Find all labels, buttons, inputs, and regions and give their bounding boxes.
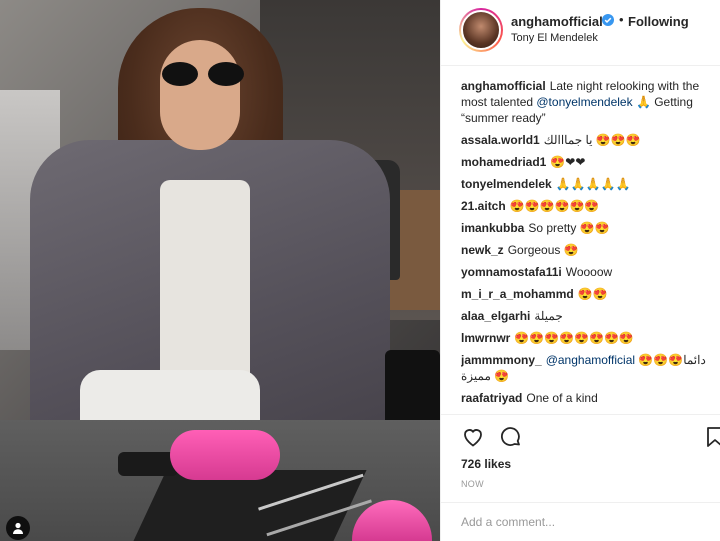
list-item: mohamedriad1 😍❤❤ <box>461 154 711 170</box>
comment-author[interactable]: mohamedriad1 <box>461 155 546 169</box>
likes-count[interactable]: 726 likes <box>461 457 511 471</box>
list-item: 21.aitch 😍😍😍😍😍😍 <box>461 198 711 214</box>
list-item: alaa_elgarhi جميلة <box>461 308 711 324</box>
list-item: lmwrnwr 😍😍😍😍😍😍😍😍 <box>461 330 711 346</box>
list-item: imankubba So pretty 😍😍 <box>461 220 711 236</box>
speech-bubble-icon[interactable] <box>499 425 525 451</box>
comment-text: يا جمااالك 😍😍😍 <box>543 133 641 147</box>
sunglasses <box>160 62 246 86</box>
comment-mention[interactable]: @anghamofficial <box>546 353 635 367</box>
post-sidebar: anghamofficial • Following Tony El Mende… <box>440 0 720 541</box>
avatar[interactable] <box>459 8 503 52</box>
list-item: tonyelmendelek 🙏🙏🙏🙏🙏 <box>461 176 711 192</box>
list-item: jammmmony_ @anghamofficial دائما😍😍😍😍 مميز… <box>461 352 711 384</box>
post-username[interactable]: anghamofficial <box>511 14 603 29</box>
comment-author[interactable]: lmwrnwr <box>461 331 510 345</box>
comment-text: One of a kind <box>526 391 598 405</box>
comment-text: Gorgeous 😍 <box>507 243 579 257</box>
pink-hair-dryer <box>170 430 280 480</box>
woman-face <box>160 40 240 150</box>
verified-badge-icon <box>602 14 614 26</box>
comment-text: 😍😍😍😍😍😍 <box>509 199 600 213</box>
comment-author[interactable]: yomnamostafa11i <box>461 265 562 279</box>
comment-input[interactable] <box>461 513 701 531</box>
comment-text: 😍😍😍😍😍😍😍😍 <box>514 331 634 345</box>
post-location[interactable]: Tony El Mendelek <box>511 32 598 44</box>
post-photo[interactable] <box>0 0 440 541</box>
comment-mention[interactable]: @tonyelmendelek <box>536 95 632 109</box>
comment-author[interactable]: alaa_elgarhi <box>461 309 530 323</box>
post-actions: 726 likes NOW <box>441 414 720 512</box>
comment-text: Woooow <box>565 265 613 279</box>
following-button[interactable]: Following <box>628 14 689 29</box>
comment-author[interactable]: assala.world1 <box>461 133 540 147</box>
comment-text: جميلة <box>534 309 563 323</box>
comment-author[interactable]: imankubba <box>461 221 524 235</box>
comment-text: 🙏🙏🙏🙏🙏 <box>555 177 631 191</box>
comments-list: anghamofficial Late night relooking with … <box>461 78 711 414</box>
heart-icon[interactable] <box>461 425 487 451</box>
comment-text: So pretty 😍😍 <box>528 221 610 235</box>
comment-text: 😍😍 <box>577 287 608 301</box>
comment-author[interactable]: jammmmony_ <box>461 353 542 367</box>
caption: anghamofficial Late night relooking with … <box>461 78 711 126</box>
hair-dryer-nozzle <box>118 452 178 476</box>
list-item: raafatriyad One of a kind <box>461 390 711 406</box>
person-tag-icon[interactable] <box>6 516 30 540</box>
comment-author[interactable]: 21.aitch <box>461 199 506 213</box>
bookmark-icon[interactable] <box>703 425 720 451</box>
comment-author[interactable]: tonyelmendelek <box>461 177 552 191</box>
list-item: assala.world1 يا جمااالك 😍😍😍 <box>461 132 711 148</box>
comment-author[interactable]: newk_z <box>461 243 504 257</box>
post-timestamp: NOW <box>461 479 484 489</box>
list-item: m_i_r_a_mohammd 😍😍 <box>461 286 711 302</box>
comment-author[interactable]: raafatriyad <box>461 391 522 405</box>
comment-author[interactable]: anghamofficial <box>461 79 546 93</box>
post-header: anghamofficial • Following Tony El Mende… <box>441 0 720 66</box>
list-item: yomnamostafa11i Woooow <box>461 264 711 280</box>
list-item: newk_z Gorgeous 😍 <box>461 242 711 258</box>
comment-text: 😍❤❤ <box>550 155 586 169</box>
comment-author[interactable]: m_i_r_a_mohammd <box>461 287 574 301</box>
separator-dot: • <box>619 12 624 27</box>
add-comment-bar <box>441 502 720 541</box>
